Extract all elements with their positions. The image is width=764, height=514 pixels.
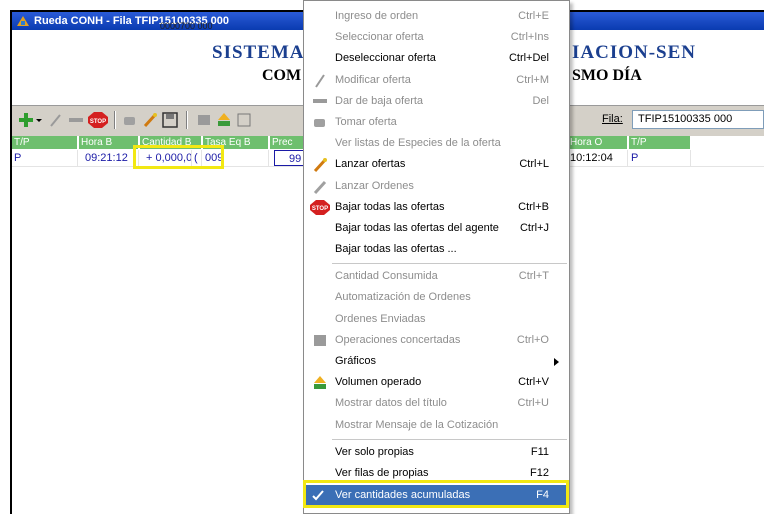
fila-label: Fila: bbox=[602, 113, 623, 125]
column-header-hora-b[interactable]: Hora B bbox=[79, 136, 139, 149]
svg-text:STOP: STOP bbox=[90, 119, 106, 125]
cell-tp-o[interactable]: P bbox=[629, 150, 691, 166]
hand-icon bbox=[314, 119, 325, 127]
menu-separator bbox=[332, 263, 567, 264]
menu-item-tomar-oferta[interactable]: Tomar oferta bbox=[304, 112, 569, 133]
menu-item-modificar-oferta[interactable]: Modificar oferta Ctrl+M bbox=[304, 70, 569, 91]
menu-item-graficos[interactable]: Gráficos bbox=[304, 351, 569, 372]
column-header-tp[interactable]: T/P bbox=[12, 136, 78, 149]
header-subtitle-left: COM bbox=[262, 67, 302, 84]
menu-separator bbox=[332, 439, 567, 440]
menu-item-ordenes-enviadas[interactable]: Ordenes Enviadas bbox=[304, 309, 569, 330]
context-menu: Ingreso de orden Ctrl+E Seleccionar ofer… bbox=[303, 0, 570, 514]
pencil-icon[interactable] bbox=[48, 112, 64, 128]
fila-input[interactable]: TFIP15100335 000 bbox=[632, 110, 764, 129]
menu-item-lanzar-ofertas[interactable]: Lanzar ofertas Ctrl+L bbox=[304, 154, 569, 175]
menu-item-bajar-todas-las-ofertas[interactable]: STOP Bajar todas las ofertas Ctrl+B bbox=[304, 197, 569, 218]
square-icon bbox=[314, 335, 326, 346]
cell-hora-o[interactable]: 10:12:04 bbox=[568, 150, 628, 166]
toolbar-separator bbox=[186, 111, 188, 129]
menu-item-bajar-ofertas-agente[interactable]: Bajar todas las ofertas del agente Ctrl+… bbox=[304, 218, 569, 239]
menu-item-deseleccionar-oferta[interactable]: Deseleccionar oferta Ctrl+Del bbox=[304, 48, 569, 69]
menu-item-mostrar-mensaje-cotizacion[interactable]: Mostrar Mensaje de la Cotización bbox=[304, 415, 569, 436]
menu-item-seleccionar-oferta[interactable]: Seleccionar oferta Ctrl+Ins bbox=[304, 27, 569, 48]
launch-icon bbox=[313, 180, 327, 194]
highlight-box bbox=[303, 480, 569, 508]
menu-item-automatizacion-ordenes[interactable]: Automatización de Ordenes bbox=[304, 287, 569, 308]
stop-icon: STOP bbox=[310, 200, 330, 215]
pencil-icon bbox=[315, 74, 325, 88]
header-title-right: IACION-SEN bbox=[572, 42, 697, 63]
chart-icon[interactable] bbox=[236, 112, 252, 128]
menu-item-volumen-operado[interactable]: Volumen operado Ctrl+V bbox=[304, 372, 569, 393]
hand-icon[interactable] bbox=[122, 112, 138, 128]
menu-item-ingreso-de-orden[interactable]: Ingreso de orden Ctrl+E bbox=[304, 6, 569, 27]
minus-icon bbox=[313, 99, 327, 103]
column-header-tp-o[interactable]: T/P bbox=[629, 136, 691, 149]
cell-tp[interactable]: P bbox=[12, 150, 78, 166]
save-icon[interactable] bbox=[162, 112, 178, 128]
square-icon[interactable] bbox=[196, 112, 212, 128]
svg-text:STOP: STOP bbox=[312, 206, 328, 212]
toolbar-separator bbox=[114, 111, 116, 129]
menu-item-ver-listas-especies[interactable]: Ver listas de Especies de la oferta bbox=[304, 133, 569, 154]
menu-item-ver-solo-propias[interactable]: Ver solo propias F11 bbox=[304, 442, 569, 463]
launch-icon[interactable] bbox=[142, 112, 158, 128]
stop-icon[interactable]: STOP bbox=[88, 112, 108, 128]
column-header-hora-o[interactable]: Hora O bbox=[568, 136, 628, 149]
minus-icon[interactable] bbox=[68, 112, 84, 128]
menu-item-mostrar-datos-titulo[interactable]: Mostrar datos del título Ctrl+U bbox=[304, 393, 569, 414]
cell-hora-b[interactable]: 09:21:12 bbox=[79, 150, 139, 166]
launch-icon bbox=[313, 158, 327, 172]
volume-icon bbox=[314, 376, 326, 389]
header-subtitle-right: SMO DÍA bbox=[572, 67, 642, 84]
menu-item-operaciones-concertadas[interactable]: Operaciones concertadas Ctrl+O bbox=[304, 330, 569, 351]
add-icon[interactable] bbox=[18, 112, 34, 128]
menu-item-cantidad-consumida[interactable]: Cantidad Consumida Ctrl+T bbox=[304, 266, 569, 287]
highlight-box bbox=[133, 145, 224, 169]
menu-item-dar-de-baja-oferta[interactable]: Dar de baja oferta Del bbox=[304, 91, 569, 112]
header-title-left: SISTEMA bbox=[212, 42, 305, 63]
volume-icon[interactable] bbox=[216, 112, 232, 128]
submenu-arrow-icon bbox=[554, 358, 559, 366]
menu-item-lanzar-ordenes[interactable]: Lanzar Ordenes bbox=[304, 176, 569, 197]
app-icon bbox=[17, 16, 29, 26]
chevron-down-icon[interactable] bbox=[35, 112, 43, 128]
menu-item-bajar-todas-ellipsis[interactable]: Bajar todas las ofertas ... bbox=[304, 239, 569, 260]
